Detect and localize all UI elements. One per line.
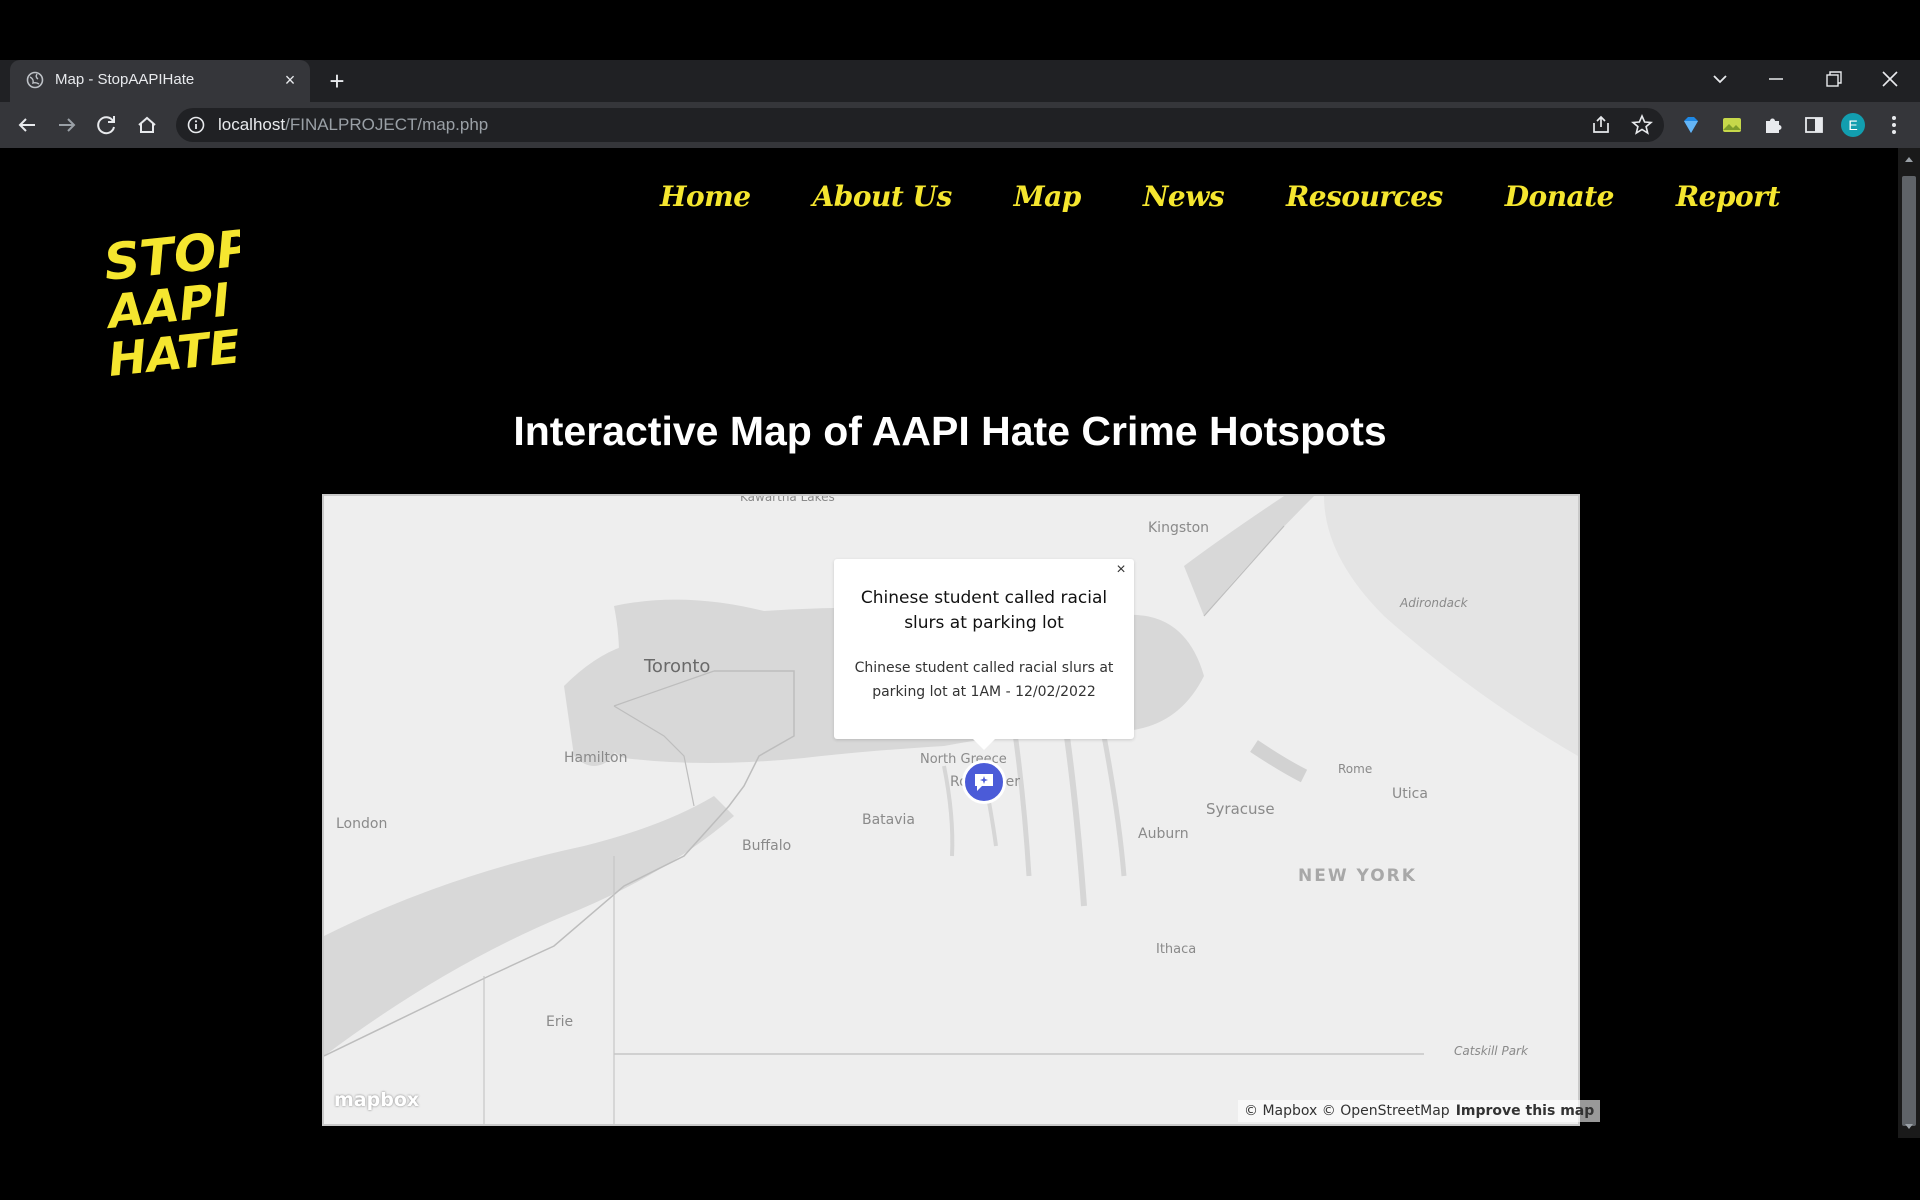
restore-icon[interactable]	[1813, 64, 1853, 94]
close-window-icon[interactable]	[1870, 64, 1910, 94]
profile-avatar[interactable]: E	[1839, 111, 1867, 139]
map-label-hamilton: Hamilton	[564, 750, 628, 766]
extension-gem-icon[interactable]	[1677, 111, 1705, 139]
attribution-text: © Mapbox © OpenStreetMap	[1244, 1103, 1450, 1119]
mapbox-logo[interactable]: mapbox	[334, 1088, 419, 1112]
scrollbar-thumb[interactable]	[1902, 176, 1916, 1126]
popup-title: Chinese student called racial slurs at p…	[860, 588, 1108, 633]
speech-bubble-icon	[971, 769, 997, 795]
popup-tip	[972, 738, 996, 750]
nav-home[interactable]: Home	[660, 180, 751, 224]
globe-icon	[26, 71, 44, 89]
tab-search-icon[interactable]	[1700, 64, 1740, 94]
map-label-utica: Utica	[1392, 786, 1428, 802]
share-icon[interactable]	[1587, 111, 1615, 139]
side-panel-icon[interactable]	[1800, 111, 1828, 139]
map-label-kawartha: Kawartha Lakes	[740, 494, 835, 504]
bookmark-star-icon[interactable]	[1628, 111, 1656, 139]
map-label-toronto: Toronto	[644, 656, 711, 677]
popup-close-icon[interactable]: ×	[1110, 559, 1132, 581]
nav-donate[interactable]: Donate	[1505, 180, 1615, 224]
map-label-kingston: Kingston	[1148, 520, 1210, 536]
scroll-up-icon[interactable]	[1902, 152, 1916, 171]
map-label-new-york: NEW YORK	[1298, 866, 1417, 886]
nav-report[interactable]: Report	[1676, 180, 1781, 224]
browser-menu-icon[interactable]	[1880, 111, 1908, 139]
scroll-down-icon[interactable]	[1902, 1120, 1916, 1139]
map-label-catskill: Catskill Park	[1454, 1044, 1528, 1058]
site-logo[interactable]: STOP AAPI HATE	[100, 219, 256, 387]
nav-about-us[interactable]: About Us	[813, 180, 953, 224]
improve-map-link[interactable]: Improve this map	[1456, 1103, 1595, 1119]
map-label-rome: Rome	[1338, 762, 1373, 776]
minimize-icon[interactable]	[1756, 64, 1796, 94]
map-label-syracuse: Syracuse	[1206, 800, 1275, 818]
extension-image-icon[interactable]	[1718, 111, 1746, 139]
url-path: /FINALPROJECT/map.php	[285, 115, 489, 134]
mapbox-logo-text: mapbox	[334, 1089, 420, 1111]
map-label-london: London	[336, 816, 388, 832]
map-label-buffalo: Buffalo	[742, 838, 792, 854]
info-icon[interactable]	[186, 115, 206, 135]
nav-resources[interactable]: Resources	[1286, 180, 1443, 224]
map-label-erie: Erie	[546, 1014, 574, 1030]
extensions-puzzle-icon[interactable]	[1759, 111, 1787, 139]
map-label-adirondack: Adirondack	[1400, 596, 1468, 610]
back-icon[interactable]	[12, 110, 42, 140]
home-icon[interactable]	[132, 110, 162, 140]
nav-map[interactable]: Map	[1014, 180, 1082, 224]
map-label-ithaca: Ithaca	[1156, 942, 1197, 957]
forward-icon[interactable]	[52, 110, 82, 140]
nav-news[interactable]: News	[1143, 180, 1225, 224]
main-nav: Home About Us Map News Resources Donate …	[660, 180, 1780, 224]
reload-icon[interactable]	[92, 110, 122, 140]
new-tab-button[interactable]: +	[324, 68, 350, 94]
tab-title: Map - StopAAPIHate	[55, 71, 195, 88]
url-host: localhost	[218, 115, 286, 134]
svg-text:E: E	[1848, 117, 1857, 133]
tab-close-icon[interactable]: ×	[278, 68, 302, 92]
page-title: Interactive Map of AAPI Hate Crime Hotsp…	[513, 408, 1387, 454]
url-text[interactable]: localhost/FINALPROJECT/map.php	[218, 115, 488, 135]
map-label-batavia: Batavia	[862, 812, 916, 828]
popup-description: Chinese student called racial slurs at p…	[854, 660, 1114, 700]
map-label-auburn: Auburn	[1138, 826, 1189, 842]
map-attribution: © Mapbox © OpenStreetMap Improve this map	[1238, 1100, 1601, 1122]
